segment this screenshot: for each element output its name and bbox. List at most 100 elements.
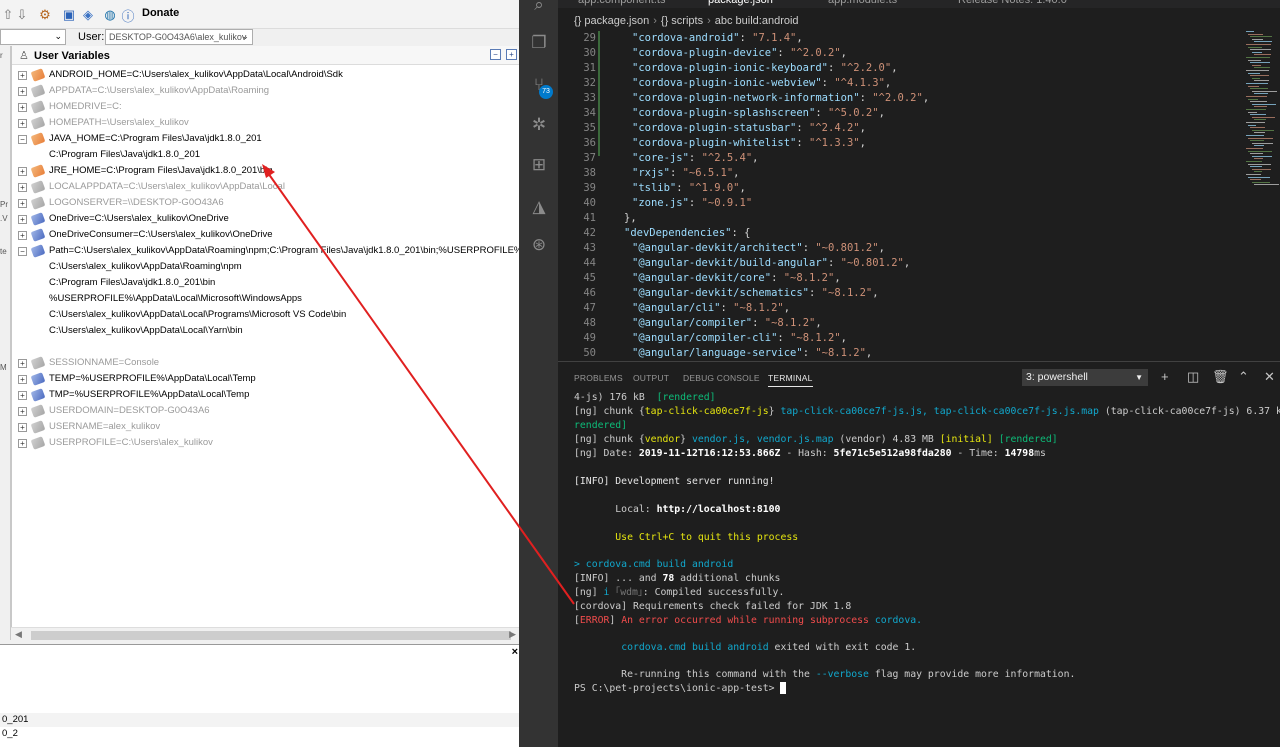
variable-row[interactable]: + TEMP=%USERPROFILE%\AppData\Local\Temp [12,371,520,387]
scrollbar-thumb[interactable] [31,631,511,640]
variable-row[interactable]: + LOGONSERVER=\\DESKTOP-G0O43A6 [12,195,520,211]
horizontal-scrollbar[interactable]: ◀ ▶ [11,627,520,642]
extensions-icon[interactable]: ⊞ [528,154,550,176]
expand-icon[interactable]: + [18,167,27,176]
variable-row[interactable]: + SESSIONNAME=Console [12,355,520,371]
expand-icon[interactable]: + [18,407,27,416]
expand-icon[interactable]: + [18,87,27,96]
breadcrumb-file[interactable]: {} package.json [574,15,649,27]
expand-icon[interactable]: + [18,183,27,192]
line-number: 42 [583,227,596,239]
variable-value-row[interactable]: C:\Program Files\Java\jdk1.8.0_201\bin [12,275,520,291]
tab-terminal[interactable]: TERMINAL [768,373,813,387]
expand-icon[interactable]: + [18,423,27,432]
collapse-icon[interactable]: − [18,247,27,256]
tab-app-module[interactable]: app.module.ts [828,0,897,8]
expand-icon[interactable]: + [18,199,27,208]
git-graph-icon[interactable]: ⊛ [528,234,550,256]
variable-row[interactable]: + USERDOMAIN=DESKTOP-G0O43A6 [12,403,520,419]
scroll-left-icon[interactable]: ◀ [15,629,22,640]
breadcrumb-build-android[interactable]: abc build:android [715,15,799,27]
variable-row[interactable]: + LOCALAPPDATA=C:\Users\alex_kulikov\AppD… [12,179,520,195]
minimap-line [1252,116,1275,118]
expand-all-icon[interactable]: + [506,49,517,60]
new-terminal-icon[interactable]: + [1161,369,1169,384]
line-number: 41 [583,212,596,224]
variable-row[interactable]: + USERPROFILE=C:\Users\alex_kulikov [12,435,520,451]
terminal-output[interactable]: 4-js) 176 kB [rendered] [ng] chunk {tap-… [574,391,1280,747]
breadcrumb-scripts[interactable]: {} scripts [661,15,703,27]
expand-icon[interactable]: + [18,439,27,448]
variable-row[interactable]: + JRE_HOME=C:\Program Files\Java\jdk1.8.0… [12,163,520,179]
minimap[interactable] [1242,31,1280,191]
arrow-up-icon[interactable]: ⇧ [2,6,14,24]
trash-icon[interactable]: 🗑 [1212,369,1229,385]
variable-value-row[interactable]: C:\Users\alex_kulikov\AppData\Roaming\np… [12,259,520,275]
variable-tag-icon [30,84,46,98]
expand-icon[interactable]: + [18,391,27,400]
close-panel-icon[interactable]: ✕ [1264,369,1275,385]
explorer-icon[interactable]: ❐ [528,32,550,54]
user-icon: ♙ [19,50,29,62]
tab-package-json[interactable]: package.json [708,0,773,8]
terminal-prompt[interactable]: PS C:\pet-projects\ionic-app-test> [574,682,787,696]
variable-row[interactable]: + USERNAME=alex_kulikov [12,419,520,435]
expand-icon[interactable]: + [18,359,27,368]
collapse-icon[interactable]: − [18,135,27,144]
donate-button[interactable]: Donate [142,7,179,19]
code-line: "devDependencies": { [624,227,751,239]
expand-icon[interactable]: + [18,375,27,384]
debug-icon[interactable]: ✲ [528,114,550,136]
variable-row[interactable]: + APPDATA=C:\Users\alex_kulikov\AppData\R… [12,83,520,99]
tab-output[interactable]: OUTPUT [633,373,669,383]
variable-row[interactable]: + OneDrive=C:\Users\alex_kulikov\OneDrive [12,211,520,227]
variable-text: C:\Users\alex_kulikov\AppData\Local\Prog… [49,309,347,320]
split-terminal-icon[interactable]: ◫ [1187,369,1199,385]
variable-row[interactable]: + OneDriveConsumer=C:\Users\alex_kulikov\… [12,227,520,243]
variable-value-row[interactable]: %USERPROFILE%\AppData\Local\Microsoft\Wi… [12,291,520,307]
close-icon[interactable]: × [512,646,518,658]
variable-tag-icon [30,420,46,434]
user-select[interactable]: DESKTOP-G0O43A6\alex_kulikov ⌄ [105,29,253,45]
left-combo[interactable]: ⌄ [0,29,66,45]
maximize-panel-icon[interactable]: ⌃ [1238,369,1249,385]
remote-explorer-icon[interactable]: ◮ [528,196,550,218]
tab-debug-console[interactable]: DEBUG CONSOLE [683,373,760,383]
scroll-right-icon[interactable]: ▶ [509,629,516,640]
tag-icon[interactable]: ◈ [80,6,96,24]
tab-app-component[interactable]: app.component.ts [578,0,665,8]
variable-row[interactable]: + ANDROID_HOME=C:\Users\alex_kulikov\AppD… [12,67,520,83]
info-window-icon[interactable]: ▣ [60,6,78,24]
tab-release-notes[interactable]: Release Notes: 1.40.0 [958,0,1067,8]
arrow-down-icon[interactable]: ⇩ [16,6,28,24]
variable-row[interactable]: + HOMEDRIVE=C: [12,99,520,115]
user-variables-tree[interactable]: ♙ User Variables − + + ANDROID_HOME=C:\Us… [11,46,520,640]
help-icon[interactable]: ⓘ [120,6,136,24]
expand-icon[interactable]: + [18,215,27,224]
tab-problems[interactable]: PROBLEMS [574,373,623,383]
settings-icon[interactable]: ⚙ [36,6,54,24]
minimap-line [1254,145,1264,147]
minimap-line [1248,46,1262,48]
minimap-line [1248,85,1259,87]
code-editor[interactable]: 29 "cordova-android": "7.1.4", 30 "cordova-… [558,31,1280,361]
minimap-line [1252,129,1274,131]
variable-value-row[interactable] [12,339,520,355]
variable-row[interactable]: + TMP=%USERPROFILE%\AppData\Local\Temp [12,387,520,403]
expand-icon[interactable]: + [18,119,27,128]
variable-value-row[interactable]: C:\Program Files\Java\jdk1.8.0_201 [12,147,520,163]
terminal-select[interactable]: 3: powershell ▼ [1022,369,1148,386]
search-icon[interactable]: ⌕ [528,0,550,16]
variable-row[interactable]: − Path=C:\Users\alex_kulikov\AppData\Roam… [12,243,520,259]
minimap-line [1254,106,1267,108]
collapse-all-icon[interactable]: − [490,49,501,60]
globe-icon[interactable]: ◍ [102,6,118,24]
variable-value-row[interactable]: C:\Users\alex_kulikov\AppData\Local\Prog… [12,307,520,323]
variable-row[interactable]: − JAVA_HOME=C:\Program Files\Java\jdk1.8.… [12,131,520,147]
variable-value-row[interactable]: C:\Users\alex_kulikov\AppData\Local\Yarn… [12,323,520,339]
expand-icon[interactable]: + [18,71,27,80]
expand-icon[interactable]: + [18,231,27,240]
expand-icon[interactable]: + [18,103,27,112]
minimap-line [1246,96,1267,97]
variable-row[interactable]: + HOMEPATH=\Users\alex_kulikov [12,115,520,131]
